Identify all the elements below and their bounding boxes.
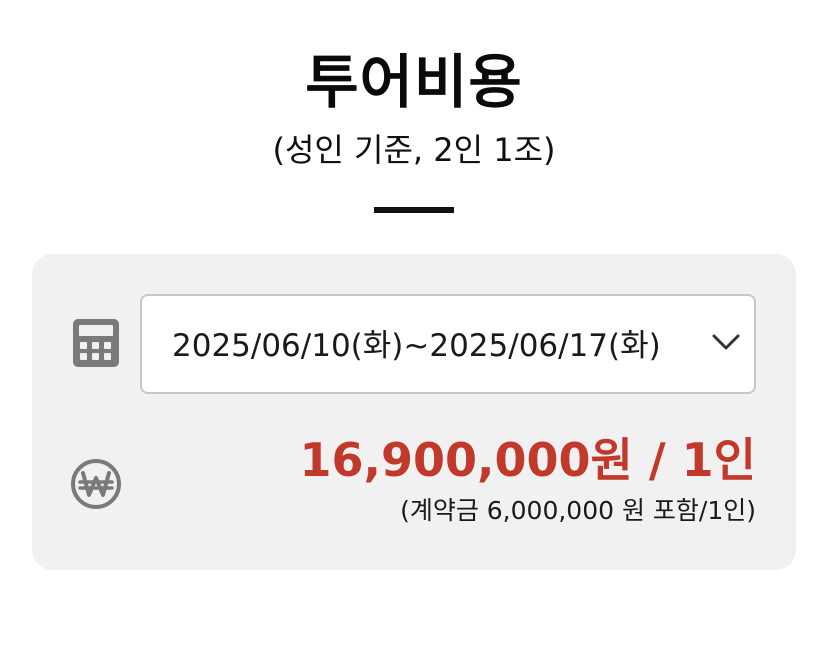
tour-cost-section: 투어비용 (성인 기준, 2인 1조) 2025/06/10(화)~2025/0…: [0, 0, 828, 661]
page-title: 투어비용: [305, 48, 523, 116]
deposit-note: (계약금 6,000,000 원 포함/1인): [400, 496, 756, 525]
calculator-icon: [73, 319, 119, 367]
page-subtitle: (성인 기준, 2인 1조): [272, 131, 556, 169]
date-range-select[interactable]: 2025/06/10(화)~2025/06/17(화): [140, 294, 756, 394]
pricing-card: 2025/06/10(화)~2025/06/17(화) 16,900,000원 …: [32, 254, 796, 570]
won-currency-icon: [71, 459, 121, 509]
chevron-down-icon: [712, 334, 740, 350]
selected-date-range: 2025/06/10(화)~2025/06/17(화): [172, 328, 661, 364]
price-per-person: 16,900,000원 / 1인: [299, 433, 756, 487]
title-divider: [374, 207, 454, 213]
